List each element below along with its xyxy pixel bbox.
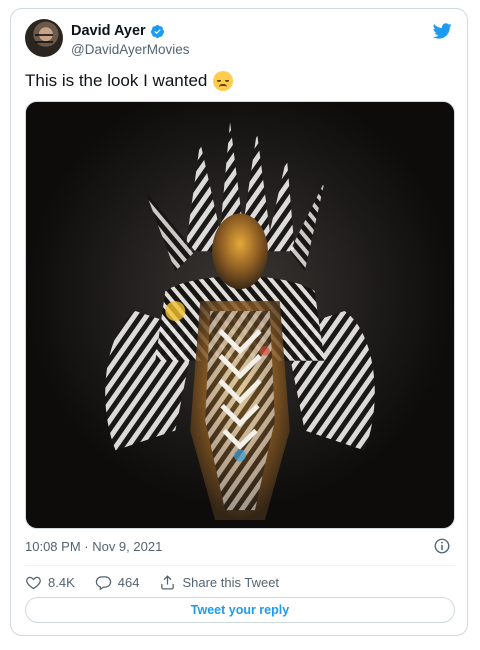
action-bar: 8.4K 464 Share this Tweet: [25, 571, 299, 593]
like-action[interactable]: 8.4K: [25, 574, 75, 591]
reply-action[interactable]: 464: [95, 574, 140, 591]
tweet-body: This is the look I wanted: [25, 71, 208, 90]
relieved-face-emoji-icon: [213, 71, 234, 91]
tweet-card: David Ayer @DavidAyerMovies This is the …: [10, 8, 468, 636]
author-block: David Ayer @DavidAyerMovies: [71, 23, 190, 57]
like-count: 8.4K: [48, 574, 75, 590]
twitter-logo-icon[interactable]: [431, 21, 453, 41]
name-row: David Ayer: [71, 23, 190, 39]
author-handle[interactable]: @DavidAyerMovies: [71, 42, 190, 57]
tweet-your-reply-button[interactable]: Tweet your reply: [25, 597, 455, 623]
author-display-name[interactable]: David Ayer: [71, 23, 146, 39]
tweet-timestamp[interactable]: 10:08 PM · Nov 9, 2021: [25, 539, 162, 554]
heart-icon: [26, 576, 41, 589]
share-label: Share this Tweet: [182, 574, 280, 590]
tweet-media-image[interactable]: [25, 101, 455, 529]
info-icon[interactable]: [433, 537, 451, 555]
reply-count: 464: [117, 574, 140, 590]
costume-artwork-image: [26, 102, 454, 528]
share-icon: [161, 574, 175, 590]
verified-badge-icon: [150, 24, 164, 38]
tweet-text: This is the look I wanted: [25, 71, 234, 91]
share-action[interactable]: Share this Tweet: [159, 574, 279, 591]
reply-bubble-icon: [95, 575, 111, 590]
avatar[interactable]: [25, 19, 63, 57]
divider: [25, 565, 455, 566]
